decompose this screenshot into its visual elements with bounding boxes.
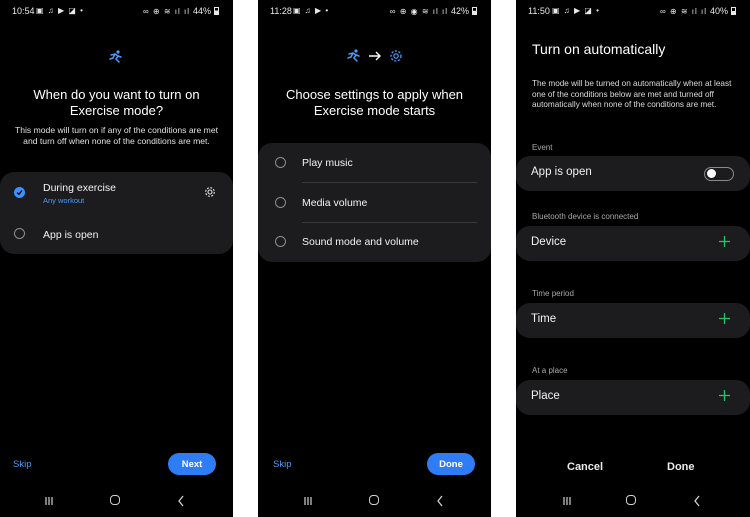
recent-apps-icon[interactable]: [562, 496, 572, 506]
navigation-bar: [516, 487, 750, 517]
exercise-mode-icon: [347, 49, 360, 62]
section-header-time-period: Time period: [532, 289, 574, 298]
system-status-icons: ∞ ⊕ ≋ ıl ıl: [142, 6, 190, 16]
radio-checked[interactable]: [14, 187, 25, 198]
option-sound-mode-and-volume[interactable]: Sound mode and volume: [258, 222, 491, 262]
row-label: Time: [531, 313, 557, 325]
section-header-bluetooth: Bluetooth device is connected: [532, 212, 639, 221]
add-device-plus-icon[interactable]: [719, 236, 730, 247]
page-title: Turn on automatically: [532, 41, 666, 57]
place-row[interactable]: Place: [516, 380, 750, 415]
section-header-at-a-place: At a place: [532, 366, 568, 375]
option-during-exercise[interactable]: During exercise Any workout: [0, 172, 233, 213]
cancel-button[interactable]: Cancel: [567, 461, 603, 473]
option-app-is-open[interactable]: App is open: [0, 213, 233, 254]
row-label: Device: [531, 236, 567, 248]
exercise-mode-icon: [109, 50, 122, 63]
navigation-bar: [258, 487, 491, 517]
back-icon[interactable]: [176, 495, 186, 507]
screen-choose-settings: 11:28 ▣ ♫ ▶ • ∞ ⊕ ◉ ≋ ıl ıl 42% Choose s…: [258, 0, 491, 517]
home-icon[interactable]: [369, 495, 379, 505]
skip-button[interactable]: Skip: [13, 459, 31, 470]
notification-icons: ▣ ♫ ▶ •: [293, 6, 330, 15]
row-label: Place: [531, 390, 560, 402]
status-bar: 11:50 ▣ ♫ ▶ ◪ • ∞ ⊕ ≋ ıl ıl 40%: [516, 0, 750, 22]
back-icon[interactable]: [435, 495, 445, 507]
time-row[interactable]: Time: [516, 303, 750, 338]
battery-icon: [731, 7, 736, 15]
battery-level: 42%: [450, 6, 469, 16]
done-button[interactable]: Done: [427, 453, 475, 475]
radio-unchecked[interactable]: [14, 228, 25, 239]
add-time-plus-icon[interactable]: [719, 313, 730, 324]
status-time: 11:50: [528, 6, 550, 16]
battery-level: 44%: [192, 6, 211, 16]
notification-icons: ▣ ♫ ▶ ◪ •: [36, 6, 84, 15]
page-title: Choose settings to apply when Exercise m…: [285, 87, 464, 118]
radio-unchecked[interactable]: [275, 236, 286, 247]
gear-icon[interactable]: [204, 186, 216, 198]
page-description: The mode will be turned on automatically…: [532, 79, 732, 110]
settings-gear-icon: [390, 50, 402, 62]
screen-turn-on-automatically: 11:50 ▣ ♫ ▶ ◪ • ∞ ⊕ ≋ ıl ıl 40% Turn on …: [516, 0, 750, 517]
notification-icons: ▣ ♫ ▶ ◪ •: [552, 6, 600, 15]
skip-button[interactable]: Skip: [273, 459, 291, 470]
system-status-icons: ∞ ⊕ ≋ ıl ıl: [659, 6, 707, 16]
back-icon[interactable]: [692, 495, 702, 507]
event-app-is-open-row[interactable]: App is open: [516, 156, 750, 191]
home-icon[interactable]: [626, 495, 636, 505]
next-button[interactable]: Next: [168, 453, 216, 475]
toggle-knob: [707, 169, 716, 179]
battery-icon: [214, 7, 219, 15]
option-play-music[interactable]: Play music: [258, 143, 491, 183]
option-label: App is open: [43, 229, 99, 241]
device-row[interactable]: Device: [516, 226, 750, 261]
battery-icon: [472, 7, 477, 15]
page-description: This mode will turn on if any of the con…: [14, 125, 218, 146]
arrow-right-icon: [369, 51, 381, 61]
navigation-bar: [0, 487, 233, 517]
option-label: During exercise: [43, 182, 116, 194]
option-sublabel: Any workout: [43, 196, 85, 205]
status-time: 11:28: [270, 6, 292, 16]
done-button[interactable]: Done: [667, 461, 695, 473]
battery-level: 40%: [709, 6, 728, 16]
radio-unchecked[interactable]: [275, 197, 286, 208]
status-time: 10:54: [12, 6, 35, 16]
screen-when-to-turn-on: 10:54 ▣ ♫ ▶ ◪ • ∞ ⊕ ≋ ıl ıl 44% When do …: [0, 0, 233, 517]
recent-apps-icon[interactable]: [44, 496, 54, 506]
app-is-open-toggle[interactable]: [704, 167, 734, 181]
settings-card: Play music Media volume Sound mode and v…: [258, 143, 491, 262]
row-label: App is open: [531, 166, 592, 178]
page-title: When do you want to turn on Exercise mod…: [33, 87, 200, 118]
option-media-volume[interactable]: Media volume: [258, 183, 491, 222]
status-bar: 10:54 ▣ ♫ ▶ ◪ • ∞ ⊕ ≋ ıl ıl 44%: [0, 0, 233, 22]
option-label: Sound mode and volume: [302, 236, 419, 248]
recent-apps-icon[interactable]: [303, 496, 313, 506]
system-status-icons: ∞ ⊕ ◉ ≋ ıl ıl: [389, 6, 448, 16]
option-label: Play music: [302, 157, 353, 169]
option-label: Media volume: [302, 197, 368, 209]
section-header-event: Event: [532, 143, 553, 152]
add-place-plus-icon[interactable]: [719, 390, 730, 401]
home-icon[interactable]: [110, 495, 120, 505]
condition-card: During exercise Any workout App is open: [0, 172, 233, 254]
radio-unchecked[interactable]: [275, 157, 286, 168]
status-bar: 11:28 ▣ ♫ ▶ • ∞ ⊕ ◉ ≋ ıl ıl 42%: [258, 0, 491, 22]
